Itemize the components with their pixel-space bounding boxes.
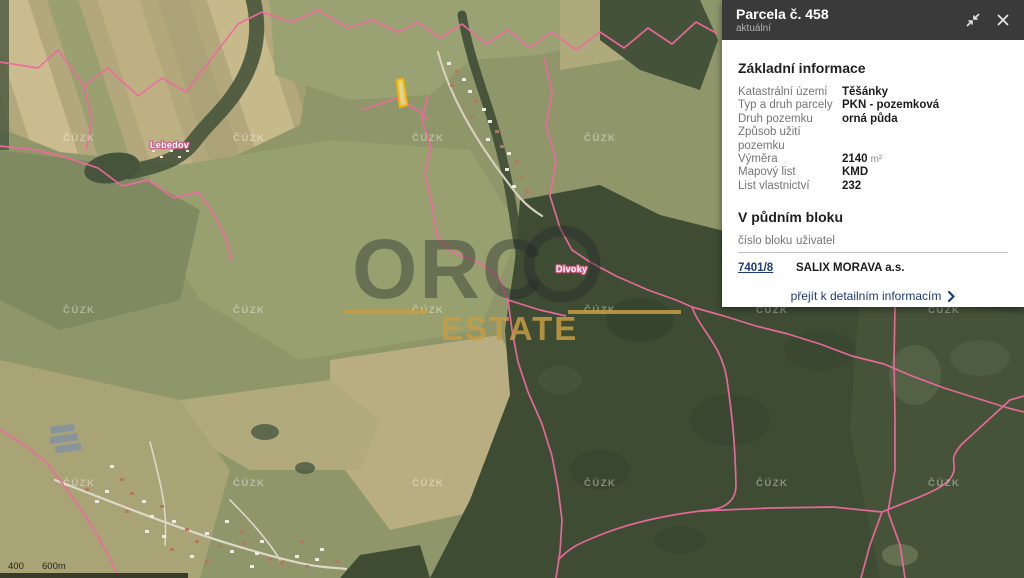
info-row-katastralni-uzemi: Katastrální území Těšánky — [738, 86, 1008, 99]
cuzk-tile-watermark: ČÚZK — [233, 304, 265, 316]
soil-table-row: 7401/8 SALIX MORAVA a.s. — [738, 262, 1008, 274]
soil-block-heading: V půdním bloku — [738, 209, 1008, 225]
col-header-block-number: číslo bloku — [738, 235, 796, 247]
panel-titles: Parcela č. 458 aktuální — [736, 6, 950, 34]
panel-header: Parcela č. 458 aktuální — [722, 0, 1024, 40]
info-row-zpusob-uziti: Způsob užití pozemku — [738, 126, 1008, 153]
panel-title: Parcela č. 458 — [736, 6, 950, 23]
parcel-info-panel: Parcela č. 458 aktuální Základní informa… — [722, 0, 1024, 307]
col-header-user: uživatel — [796, 235, 835, 247]
info-row-vymera: Výměra 2140 m² — [738, 153, 1008, 166]
brand-watermark-word1: ORC — [352, 222, 545, 316]
close-icon[interactable] — [996, 13, 1010, 27]
soil-table-header: číslo bloku uživatel — [738, 235, 1008, 253]
cuzk-tile-watermark: ČÚZK — [756, 477, 788, 489]
panel-body: Základní informace Katastrální území Těš… — [722, 40, 1024, 303]
brand-watermark-word2: ESTATE — [441, 310, 578, 347]
cuzk-tile-watermark: ČÚZK — [63, 304, 95, 316]
scale-mark-600m: 600m — [42, 561, 66, 572]
cuzk-tile-watermark: ČÚZK — [928, 477, 960, 489]
cuzk-tile-watermark: ČÚZK — [63, 477, 95, 489]
detail-info-link[interactable]: přejít k detailním informacím — [738, 289, 1008, 303]
map-label-divoky: Divoky — [556, 264, 587, 274]
cuzk-tile-watermark: ČÚZK — [412, 477, 444, 489]
block-number-link[interactable]: 7401/8 — [738, 262, 796, 274]
area-unit: m² — [871, 153, 883, 166]
info-row-list-vlastnictvi: List vlastnictví 232 — [738, 180, 1008, 193]
cuzk-tile-watermark: ČÚZK — [233, 132, 265, 144]
block-user: SALIX MORAVA a.s. — [796, 262, 904, 274]
scale-mark-400: 400 — [8, 561, 24, 572]
cuzk-tile-watermark: ČÚZK — [233, 477, 265, 489]
panel-subtitle: aktuální — [736, 23, 950, 34]
cuzk-tile-watermark: ČÚZK — [584, 132, 616, 144]
chevron-right-icon — [948, 291, 955, 302]
info-row-mapovy-list: Mapový list KMD — [738, 166, 1008, 179]
info-row-typ-parcely: Typ a druh parcely PKN - pozemková — [738, 99, 1008, 112]
basic-info-heading: Základní informace — [738, 60, 1008, 76]
info-row-druh-pozemku: Druh pozemku orná půda — [738, 113, 1008, 126]
cuzk-tile-watermark: ČÚZK — [63, 132, 95, 144]
basic-info-list: Katastrální území Těšánky Typ a druh par… — [738, 86, 1008, 193]
map-label-lebedov: Lebedov — [150, 140, 189, 150]
cuzk-tile-watermark: ČÚZK — [412, 132, 444, 144]
cadastral-map-app: ČÚZK ČÚZK ČÚZK ČÚZK ČÚZK ČÚZK ČÚZK ČÚZK ČÚZK ČÚZK… — [0, 0, 1024, 578]
cuzk-tile-watermark: ČÚZK — [584, 477, 616, 489]
collapse-icon[interactable] — [966, 13, 980, 27]
